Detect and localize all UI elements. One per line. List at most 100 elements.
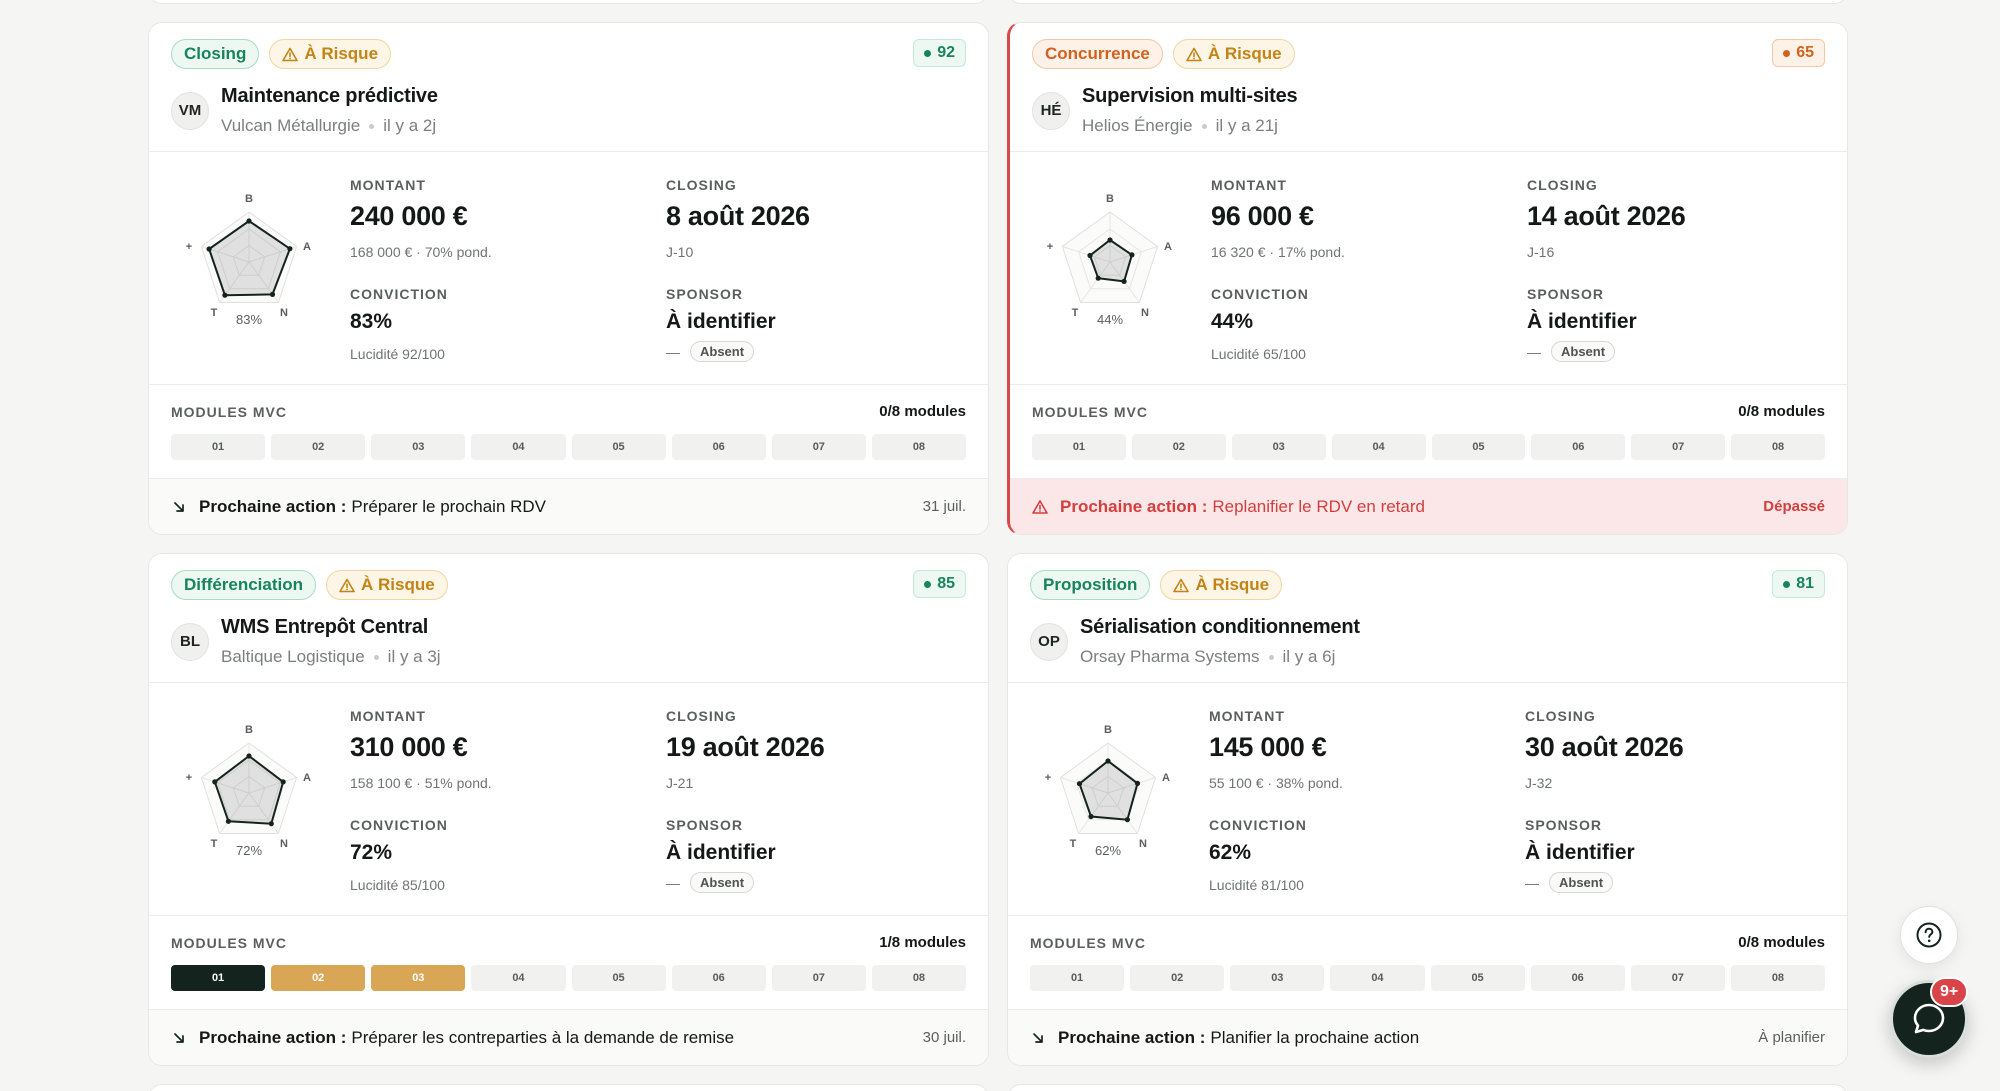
arrow-down-right-icon — [174, 501, 184, 512]
deal-tags: Proposition À Risque — [1030, 570, 1825, 600]
module-step[interactable]: 04 — [1330, 965, 1425, 991]
deal-card[interactable]: Différenciation À Risque 85 BL WMS Entrepôt … — [148, 553, 989, 1066]
closing-label: CLOSING — [666, 708, 737, 724]
card-peek-top-left — [148, 0, 989, 4]
next-action-date: Dépassé — [1763, 498, 1825, 515]
deal-title[interactable]: Supervision multi-sites — [1082, 85, 1298, 108]
radar-point — [280, 779, 286, 785]
radar-axis-label: + — [186, 772, 192, 784]
radar-axis-label: N — [1139, 838, 1147, 850]
deal-title[interactable]: Sérialisation conditionnement — [1080, 616, 1360, 639]
modules-bar: 01 02 03 04 05 06 07 08 — [1030, 965, 1825, 991]
module-step[interactable]: 08 — [871, 965, 966, 991]
risk-badge[interactable]: À Risque — [269, 39, 392, 69]
company-name[interactable]: Vulcan Métallurgie — [221, 116, 360, 136]
module-step[interactable]: 01 — [171, 965, 266, 991]
module-step[interactable]: 06 — [671, 434, 766, 460]
module-step[interactable]: 05 — [1430, 965, 1525, 991]
module-step[interactable]: 04 — [471, 965, 566, 991]
closing-metric: CLOSING 30 août 2026 J-32 — [1525, 708, 1684, 791]
module-step[interactable]: 02 — [271, 434, 366, 460]
module-step[interactable]: 08 — [1731, 434, 1825, 460]
lucidite-score: Lucidité 85/100 — [350, 877, 445, 893]
risk-badge[interactable]: À Risque — [326, 570, 448, 600]
sponsor-value[interactable]: À identifier — [1525, 841, 1635, 865]
sponsor-value[interactable]: À identifier — [666, 310, 776, 334]
module-step[interactable]: 01 — [171, 434, 266, 460]
closing-countdown: J-21 — [666, 775, 694, 791]
sponsor-label: SPONSOR — [1527, 286, 1605, 302]
deal-title[interactable]: WMS Entrepôt Central — [221, 616, 441, 639]
stage-badge[interactable]: Proposition — [1030, 570, 1151, 600]
module-step[interactable]: 03 — [371, 434, 466, 460]
deal-meta: Orsay Pharma Systems il y a 6j — [1080, 647, 1360, 667]
module-step[interactable]: 05 — [571, 965, 666, 991]
module-step[interactable]: 05 — [1431, 434, 1526, 460]
next-action-row[interactable]: Prochaine action : Planifier la prochaine… — [1008, 1010, 1847, 1065]
conviction-label: CONVICTION — [1209, 817, 1307, 833]
module-step[interactable]: 08 — [1730, 965, 1825, 991]
module-step[interactable]: 02 — [271, 965, 366, 991]
stage-badge[interactable]: Closing — [171, 39, 260, 69]
module-step[interactable]: 08 — [871, 434, 966, 460]
deal-title[interactable]: Maintenance prédictive — [221, 85, 438, 108]
next-action-row[interactable]: Prochaine action : Replanifier le RDV en … — [1010, 479, 1847, 534]
module-step[interactable]: 04 — [471, 434, 566, 460]
next-action-row[interactable]: Prochaine action : Préparer les contrepar… — [149, 1010, 988, 1065]
module-step[interactable]: 01 — [1030, 965, 1125, 991]
company-avatar: OP — [1030, 622, 1068, 661]
company-name[interactable]: Orsay Pharma Systems — [1080, 647, 1260, 667]
radar-axis-label: N — [280, 307, 288, 319]
conviction-label: CONVICTION — [1211, 286, 1309, 302]
radar-point — [1134, 780, 1141, 786]
sponsor-dash: — — [1527, 343, 1541, 360]
montant-value: 310 000 € — [350, 732, 468, 762]
module-step[interactable]: 07 — [1630, 965, 1725, 991]
lucidite-score: Lucidité 92/100 — [350, 346, 445, 362]
company-name[interactable]: Helios Énergie — [1082, 116, 1193, 136]
module-step[interactable]: 01 — [1032, 434, 1126, 460]
closing-countdown: J-16 — [1527, 244, 1555, 260]
closing-metric: CLOSING 8 août 2026 J-10 — [666, 177, 810, 260]
module-step[interactable]: 04 — [1331, 434, 1426, 460]
module-step[interactable]: 06 — [1531, 434, 1626, 460]
next-action-date: À planifier — [1758, 1029, 1825, 1046]
score-dot — [924, 580, 932, 588]
module-step[interactable]: 02 — [1130, 965, 1225, 991]
sponsor-dash: — — [666, 343, 680, 360]
deal-card[interactable]: Concurrence À Risque 65 HÉ Supervision multi… — [1007, 22, 1848, 535]
deal-card[interactable]: Proposition À Risque 81 OP Sérialisation con… — [1007, 553, 1848, 1066]
modules-label: MODULES MVC — [171, 403, 287, 420]
company-avatar: VM — [171, 91, 209, 130]
module-step[interactable]: 06 — [1530, 965, 1625, 991]
radar-percent: 83% — [236, 312, 262, 327]
radar-axis-label: T — [1070, 838, 1077, 850]
stage-badge[interactable]: Différenciation — [171, 570, 317, 600]
risk-badge[interactable]: À Risque — [1172, 39, 1295, 69]
risk-badge[interactable]: À Risque — [1160, 570, 1283, 600]
radar-point — [269, 291, 276, 297]
module-step[interactable]: 03 — [1230, 965, 1325, 991]
module-step[interactable]: 03 — [371, 965, 466, 991]
module-step[interactable]: 03 — [1231, 434, 1326, 460]
module-step[interactable]: 06 — [671, 965, 766, 991]
deal-card[interactable]: Closing À Risque 92 VM Maintenance prédictiv… — [148, 22, 989, 535]
score-badge: 65 — [1772, 39, 1825, 67]
conviction-metric: CONVICTION 62% Lucidité 81/100 — [1209, 817, 1307, 893]
company-name[interactable]: Baltique Logistique — [221, 647, 365, 667]
montant-sub: 55 100 € · 38% pond. — [1209, 775, 1343, 791]
module-step[interactable]: 07 — [1631, 434, 1726, 460]
sponsor-value[interactable]: À identifier — [666, 841, 776, 865]
module-step[interactable]: 07 — [771, 434, 866, 460]
montant-label: MONTANT — [1209, 708, 1285, 724]
sponsor-value[interactable]: À identifier — [1527, 310, 1637, 334]
module-step[interactable]: 05 — [571, 434, 666, 460]
help-button[interactable] — [1900, 906, 1958, 964]
module-step[interactable]: 07 — [771, 965, 866, 991]
conviction-metric: CONVICTION 44% Lucidité 65/100 — [1211, 286, 1309, 362]
radar-axis-label: N — [1141, 307, 1149, 319]
module-step[interactable]: 02 — [1131, 434, 1226, 460]
next-action-row[interactable]: Prochaine action : Préparer le prochain R… — [149, 479, 988, 534]
deal-card-body: B A N T +72% MONTANT 310 000 € 158 100 € · 51% … — [149, 683, 988, 916]
stage-badge[interactable]: Concurrence — [1032, 39, 1163, 69]
